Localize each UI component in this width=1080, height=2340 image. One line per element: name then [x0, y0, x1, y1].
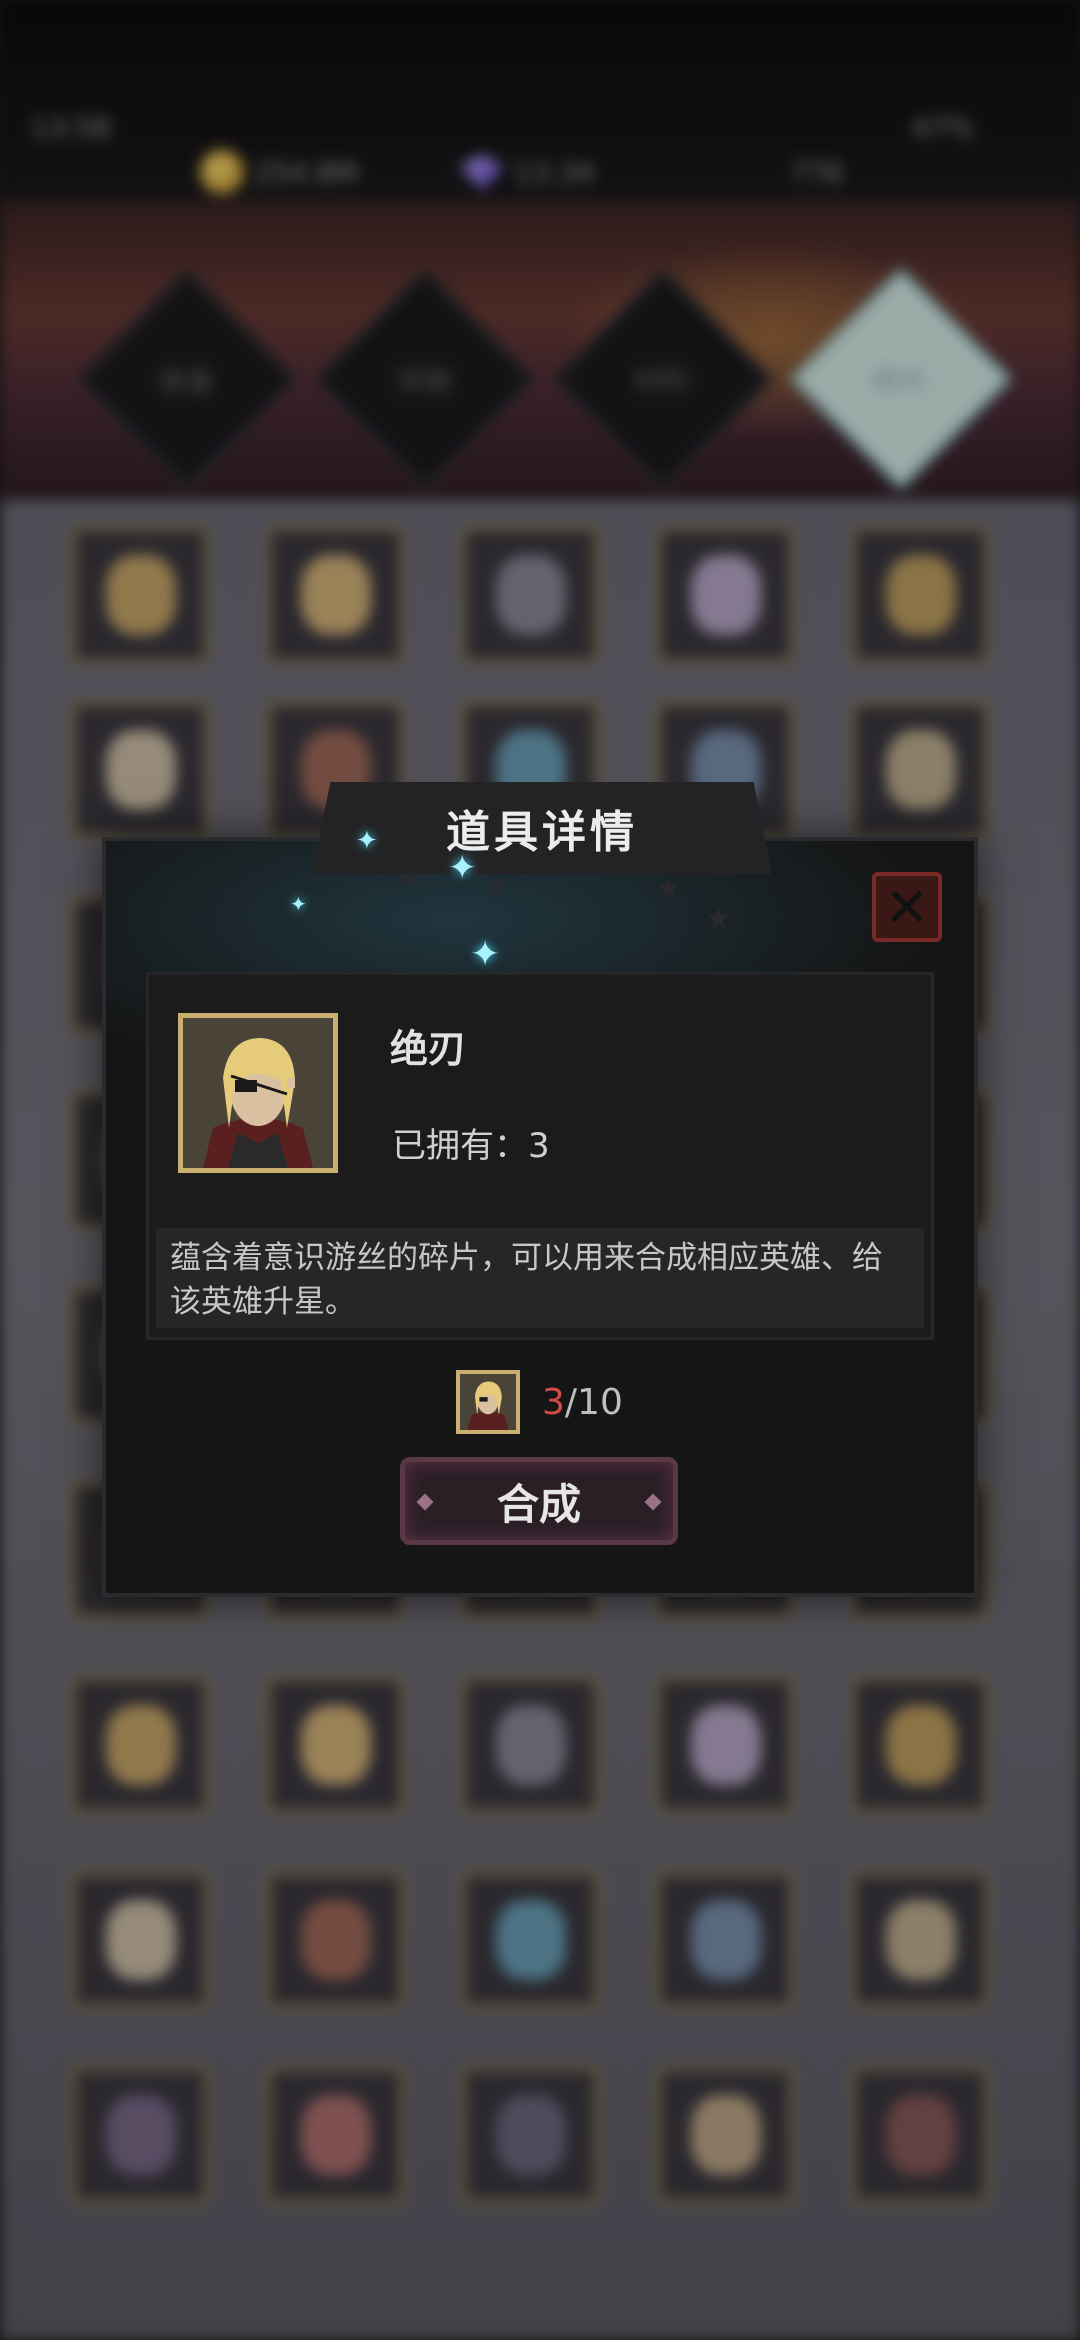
item-portrait	[178, 1013, 338, 1173]
star-icon: ★	[396, 862, 422, 895]
close-button[interactable]: ✕	[872, 872, 942, 942]
item-name: 绝刃	[390, 1027, 467, 1071]
owned-value: 3	[528, 1126, 550, 1166]
sparkle-icon: ✦	[356, 826, 378, 856]
star-icon: ★	[656, 872, 682, 905]
hero-mini-icon	[456, 1370, 520, 1434]
sparkle-icon: ✦	[290, 892, 307, 916]
owned-label: 已拥有：	[392, 1126, 528, 1166]
close-icon: ✕	[884, 875, 930, 939]
item-description: 蕴含着意识游丝的碎片，可以用来合成相应英雄、给该英雄升星。	[156, 1228, 924, 1328]
progress-current: 3	[542, 1381, 565, 1423]
synthesize-label: 合成	[496, 1479, 581, 1529]
sparkle-icon: ✦	[448, 848, 477, 888]
sparkle-icon: ✦	[470, 934, 501, 975]
star-icon: ★	[484, 870, 510, 903]
owned-count: 已拥有：3	[392, 1118, 550, 1167]
progress-separator: /	[564, 1381, 578, 1423]
shard-progress: 3/10	[456, 1370, 623, 1434]
synthesize-button[interactable]: 合成	[400, 1457, 678, 1545]
star-icon: ★	[706, 902, 732, 935]
progress-required: 10	[577, 1381, 623, 1423]
dialog-title-bar: 道具详情	[312, 782, 772, 874]
hero-portrait-icon	[183, 1018, 333, 1168]
